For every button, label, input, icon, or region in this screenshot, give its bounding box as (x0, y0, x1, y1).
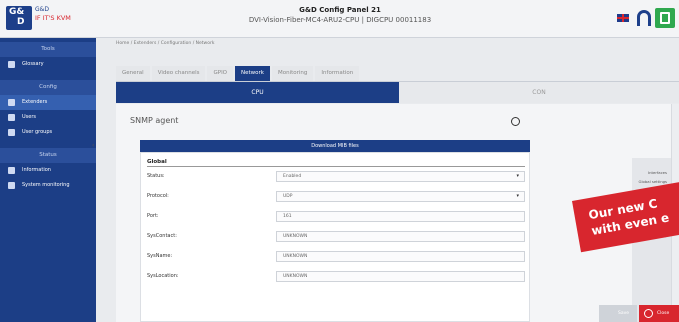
tab-general[interactable]: General (116, 66, 150, 81)
sidebar-item-label: User groups (22, 129, 53, 135)
device-subtitle: DVI-Vision-Fiber-MC4-ARU2-CPU | DIGCPU 0… (248, 16, 432, 24)
sidebar-item-users[interactable]: Users (0, 110, 96, 125)
field-label: SysContact: (147, 233, 177, 239)
tab-information[interactable]: Information (315, 66, 360, 81)
sidebar-item-information[interactable]: Information (0, 163, 96, 178)
sysname-row: SysName: UNKNOWN (147, 251, 525, 262)
download-mib-button[interactable]: Download MIB files (140, 140, 530, 152)
syslocation-row: SysLocation: UNKNOWN (147, 271, 525, 282)
section-title: SNMP agent (130, 116, 179, 125)
port-input[interactable]: 161 (276, 211, 525, 222)
sidebar-item-extenders[interactable]: Extenders (0, 95, 96, 110)
headset-icon[interactable] (637, 10, 651, 26)
snmp-form: Global Status: Enabled Protocol: UDP Por… (140, 152, 530, 322)
protocol-row: Protocol: UDP (147, 191, 525, 202)
sidebar-collapse-handle[interactable]: ‹ (92, 142, 98, 152)
field-label: Status: (147, 173, 165, 179)
panel-button[interactable] (655, 8, 675, 28)
brand-name: G&D (35, 6, 49, 13)
top-header: G& D G&D IF IT'S KVM G&D Config Panel 21… (0, 0, 679, 38)
close-button[interactable]: Close (639, 305, 679, 322)
sidebar-item-label: Users (22, 114, 37, 120)
port-row: Port: 161 (147, 211, 525, 222)
group-label: Global (147, 159, 167, 165)
syslocation-input[interactable]: UNKNOWN (276, 271, 525, 282)
logo-letter-top: G& (9, 7, 25, 17)
sidebar-item-glossary[interactable]: Glossary (0, 57, 96, 72)
logo-letter-bottom: D (17, 17, 25, 27)
panel-icon (660, 12, 670, 24)
tab-video-channels[interactable]: Video channels (151, 66, 206, 81)
close-label: Close (657, 311, 670, 316)
protocol-select[interactable]: UDP (276, 191, 525, 202)
sidebar-item-label: Information (22, 167, 51, 173)
sidebar-item-label: Extenders (22, 99, 48, 105)
action-bar: Save Close (599, 305, 679, 322)
sidebar-item-label: System monitoring (22, 182, 70, 188)
help-icon[interactable] (511, 117, 520, 126)
device-title: G&D Config Panel 21 DVI-Vision-Fiber-MC4… (200, 5, 480, 25)
app-title: G&D Config Panel 21 (299, 6, 381, 14)
subtab-cpu[interactable]: CPU (116, 82, 399, 103)
user-icon (8, 114, 15, 121)
sidebar-item-system-monitoring[interactable]: System monitoring (0, 178, 96, 193)
main-content: Home / Extenders / Configuration / Netwo… (104, 38, 679, 322)
uk-flag-icon[interactable] (617, 14, 629, 22)
save-button[interactable]: Save (599, 305, 637, 322)
sidebar-section-status: Status (0, 148, 96, 163)
sidebar-section-config: Config (0, 80, 96, 95)
syscontact-row: SysContact: UNKNOWN (147, 231, 525, 242)
search-icon (8, 61, 15, 68)
field-label: Port: (147, 213, 159, 219)
field-label: SysLocation: (147, 273, 179, 279)
users-icon (8, 129, 15, 136)
monitor-icon (8, 182, 15, 189)
subtab-bar: CPU CON (116, 82, 679, 103)
field-label: SysName: (147, 253, 173, 259)
sidebar-item-user-groups[interactable]: User groups (0, 125, 96, 140)
info-icon (8, 167, 15, 174)
nav-item-interfaces[interactable]: Interfaces (632, 168, 671, 177)
tab-bar: General Video channels GPIO Network Moni… (116, 66, 360, 81)
group-divider (147, 166, 525, 167)
tab-network[interactable]: Network (235, 66, 270, 81)
syscontact-input[interactable]: UNKNOWN (276, 231, 525, 242)
sidebar-item-label: Glossary (22, 61, 44, 67)
tab-gpio[interactable]: GPIO (207, 66, 234, 81)
logo[interactable]: G& D (6, 6, 32, 30)
status-row: Status: Enabled (147, 171, 525, 182)
brand-text: G&D IF IT'S KVM (35, 6, 71, 22)
extender-icon (8, 99, 15, 106)
sidebar-section-tools: Tools (0, 42, 96, 57)
close-icon (644, 309, 653, 318)
brand-tagline: IF IT'S KVM (35, 14, 71, 22)
subtab-con[interactable]: CON (399, 82, 679, 103)
sysname-input[interactable]: UNKNOWN (276, 251, 525, 262)
breadcrumb[interactable]: Home / Extenders / Configuration / Netwo… (116, 41, 214, 46)
tab-monitoring[interactable]: Monitoring (271, 66, 314, 81)
app-window: G& D G&D IF IT'S KVM G&D Config Panel 21… (0, 0, 679, 322)
field-label: Protocol: (147, 193, 169, 199)
status-select[interactable]: Enabled (276, 171, 525, 182)
sidebar: Tools Glossary Config Extenders Users Us… (0, 38, 96, 322)
